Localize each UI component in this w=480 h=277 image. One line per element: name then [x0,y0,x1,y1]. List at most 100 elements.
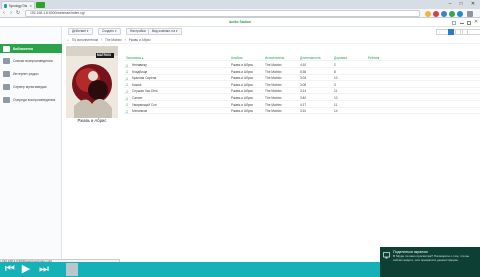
minimize-icon[interactable]: – [446,1,454,7]
track-artist: The Matrixx [265,96,282,100]
track-title: Кладбище [132,69,148,74]
track-number: 11 [334,102,338,107]
breadcrumb-item: Ржавь и Абрис [128,38,151,42]
table-row[interactable]: ♫ Кошка Ржавь и Абрис The Matrixx 3:06 3 [124,82,480,88]
settings-button[interactable]: Настройка [126,28,150,35]
track-number: 10 [334,76,338,81]
table-row[interactable]: ♫ Умирающий Сон Ржавь и Абрис The Matrixx 4:… [124,102,480,108]
queue-icon [3,97,10,103]
track-title: Сансет [132,96,143,100]
breadcrumb-item[interactable]: По исполнителям [72,38,98,42]
track-album: Ржавь и Абрис [231,76,254,81]
help-icon[interactable] [452,21,456,25]
track-album: Ржавь и Абрис [231,82,254,87]
track-album: Ржавь и Абрис [231,102,254,107]
extension-icon[interactable] [449,10,455,17]
cover-band-logo: MATRIXX [97,53,112,57]
track-duration: 3:10 [300,109,307,114]
browser-tab-title: Synology DiskStation [8,3,28,8]
table-row[interactable]: ♫ Кладбище Ржавь и Абрис The Matrixx 5:36 8 [124,69,480,75]
track-duration: 5:36 [300,69,307,74]
column-header-title[interactable]: Заголовок ▴ [126,56,143,60]
table-row[interactable]: ♫ Ненавижу Ржавь и Абрис The Matrixx 4:10 2 [124,62,480,68]
action-menu-button[interactable]: Действие ▾ [68,28,93,35]
music-note-icon: ♫ [125,95,129,101]
back-icon[interactable]: ‹ [1,10,7,17]
bookmark-star-icon[interactable] [425,10,431,17]
track-number: 8 [334,69,336,74]
album-cover: MATRIXX [66,46,118,118]
sidebar-item-play-queue[interactable]: Очереди воспроизведения [0,94,62,106]
table-row[interactable]: ♫ Сансет Ржавь и Абрис The Matrixx 3:40 10 [124,95,480,101]
maximize-app-icon[interactable] [467,21,471,25]
new-tab-button[interactable] [36,2,45,8]
extension-icon[interactable] [441,10,447,17]
skype-icon[interactable] [457,10,463,17]
reload-icon[interactable]: ↻ [15,10,21,17]
playlist-icon [3,58,10,64]
sidebar-item-playlists[interactable]: Списки воспроизведения [0,55,62,67]
column-header-rating[interactable]: Рейтинг [368,56,380,60]
close-window-icon[interactable]: ✕ [469,1,477,7]
home-icon[interactable]: ⌂ [67,38,69,42]
breadcrumb-item[interactable]: The Matrixx [105,38,122,42]
breadcrumb-separator: › [124,38,126,42]
sidebar-item-radio[interactable]: Интернет-радио [0,69,62,79]
cover-view-icon[interactable] [462,29,468,35]
column-header-artist[interactable]: Исполнитель [265,56,284,60]
next-icon[interactable]: ⏭ [38,263,50,275]
track-album: Ржавь и Абрис [231,109,254,114]
close-tab-icon[interactable]: ✕ [29,4,32,8]
share-screen-notification[interactable]: Поделиться экраном В Skype ли окно просм… [380,247,480,277]
browser-tab-strip: Synology DiskStation ✕ – □ ✕ [0,0,480,9]
grid-view-icon[interactable] [455,29,461,35]
menu-icon[interactable] [467,10,473,17]
table-row[interactable]: ♫ Слушая Час Dino Ржавь и Абрис The Matrixx… [124,88,480,95]
track-number: 3 [334,82,336,87]
track-album: Ржавь и Абрис [231,96,254,100]
column-header-album[interactable]: Альбом [231,56,242,60]
track-album: Ржавь и Абрис [231,89,254,94]
sidebar-item-label: Сервер мультимедиа [13,85,47,89]
track-album: Ржавь и Абрис [231,69,254,74]
extension-icon[interactable] [433,10,439,17]
track-duration: 4:17 [300,102,307,107]
sidebar-item-label: Интернет-радио [13,72,39,76]
track-number: 10 [334,96,338,100]
track-number: 2 [334,63,336,67]
media-server-icon [3,84,10,90]
column-header-duration[interactable]: Длительность [300,56,321,60]
minimize-app-icon[interactable] [460,23,464,24]
column-header-track[interactable]: Дорожка [334,56,347,60]
track-artist: The Matrixx [265,89,282,94]
track-number: 11 [334,89,338,94]
browser-tab[interactable]: Synology DiskStation ✕ [1,1,35,9]
track-artist: The Matrixx [265,76,282,81]
close-app-icon[interactable]: ✕ [474,19,478,25]
sidebar-item-label: Очереди воспроизведения [13,98,56,102]
sidebar-item-media-server[interactable]: Сервер мультимедиа [0,82,62,92]
forward-icon[interactable]: › [8,10,14,17]
previous-icon[interactable]: ⏮ [4,263,16,275]
music-note-icon: ♫ [125,75,129,81]
track-duration: 4:10 [300,63,307,67]
music-note-icon: ♫ [125,88,129,94]
track-title: Ненавижу [132,63,147,67]
music-note-icon: ♫ [125,62,129,68]
sidebar-item-library[interactable]: Библиотека [0,44,62,53]
url-input[interactable]: 192.168.1.6:5000/webman/index.cgi [25,10,420,17]
play-icon[interactable]: ▶ [20,263,32,275]
music-note-icon: ♫ [125,102,129,108]
sidebar: Библиотека Списки воспроизведения Интерн… [0,27,62,259]
table-row[interactable]: ♫ Механизм Ржавь и Абрис The Matrixx 3:10 14 [124,108,480,115]
track-title: Кошка [132,82,142,87]
search-icon: ⌕ [439,30,441,34]
maximize-icon[interactable]: □ [457,1,465,7]
table-row[interactable]: ♫ Красная Сирена Ржавь и Абрис The Matrixx 3… [124,75,480,82]
view-mode-button[interactable]: Вид компакт-на ▾ [148,28,182,35]
now-playing-cover[interactable] [66,263,78,276]
music-note-icon: ♫ [125,82,129,88]
create-menu-button[interactable]: Создать ▾ [98,28,121,35]
list-view-icon[interactable] [448,29,454,35]
track-duration: 3:06 [300,82,307,87]
